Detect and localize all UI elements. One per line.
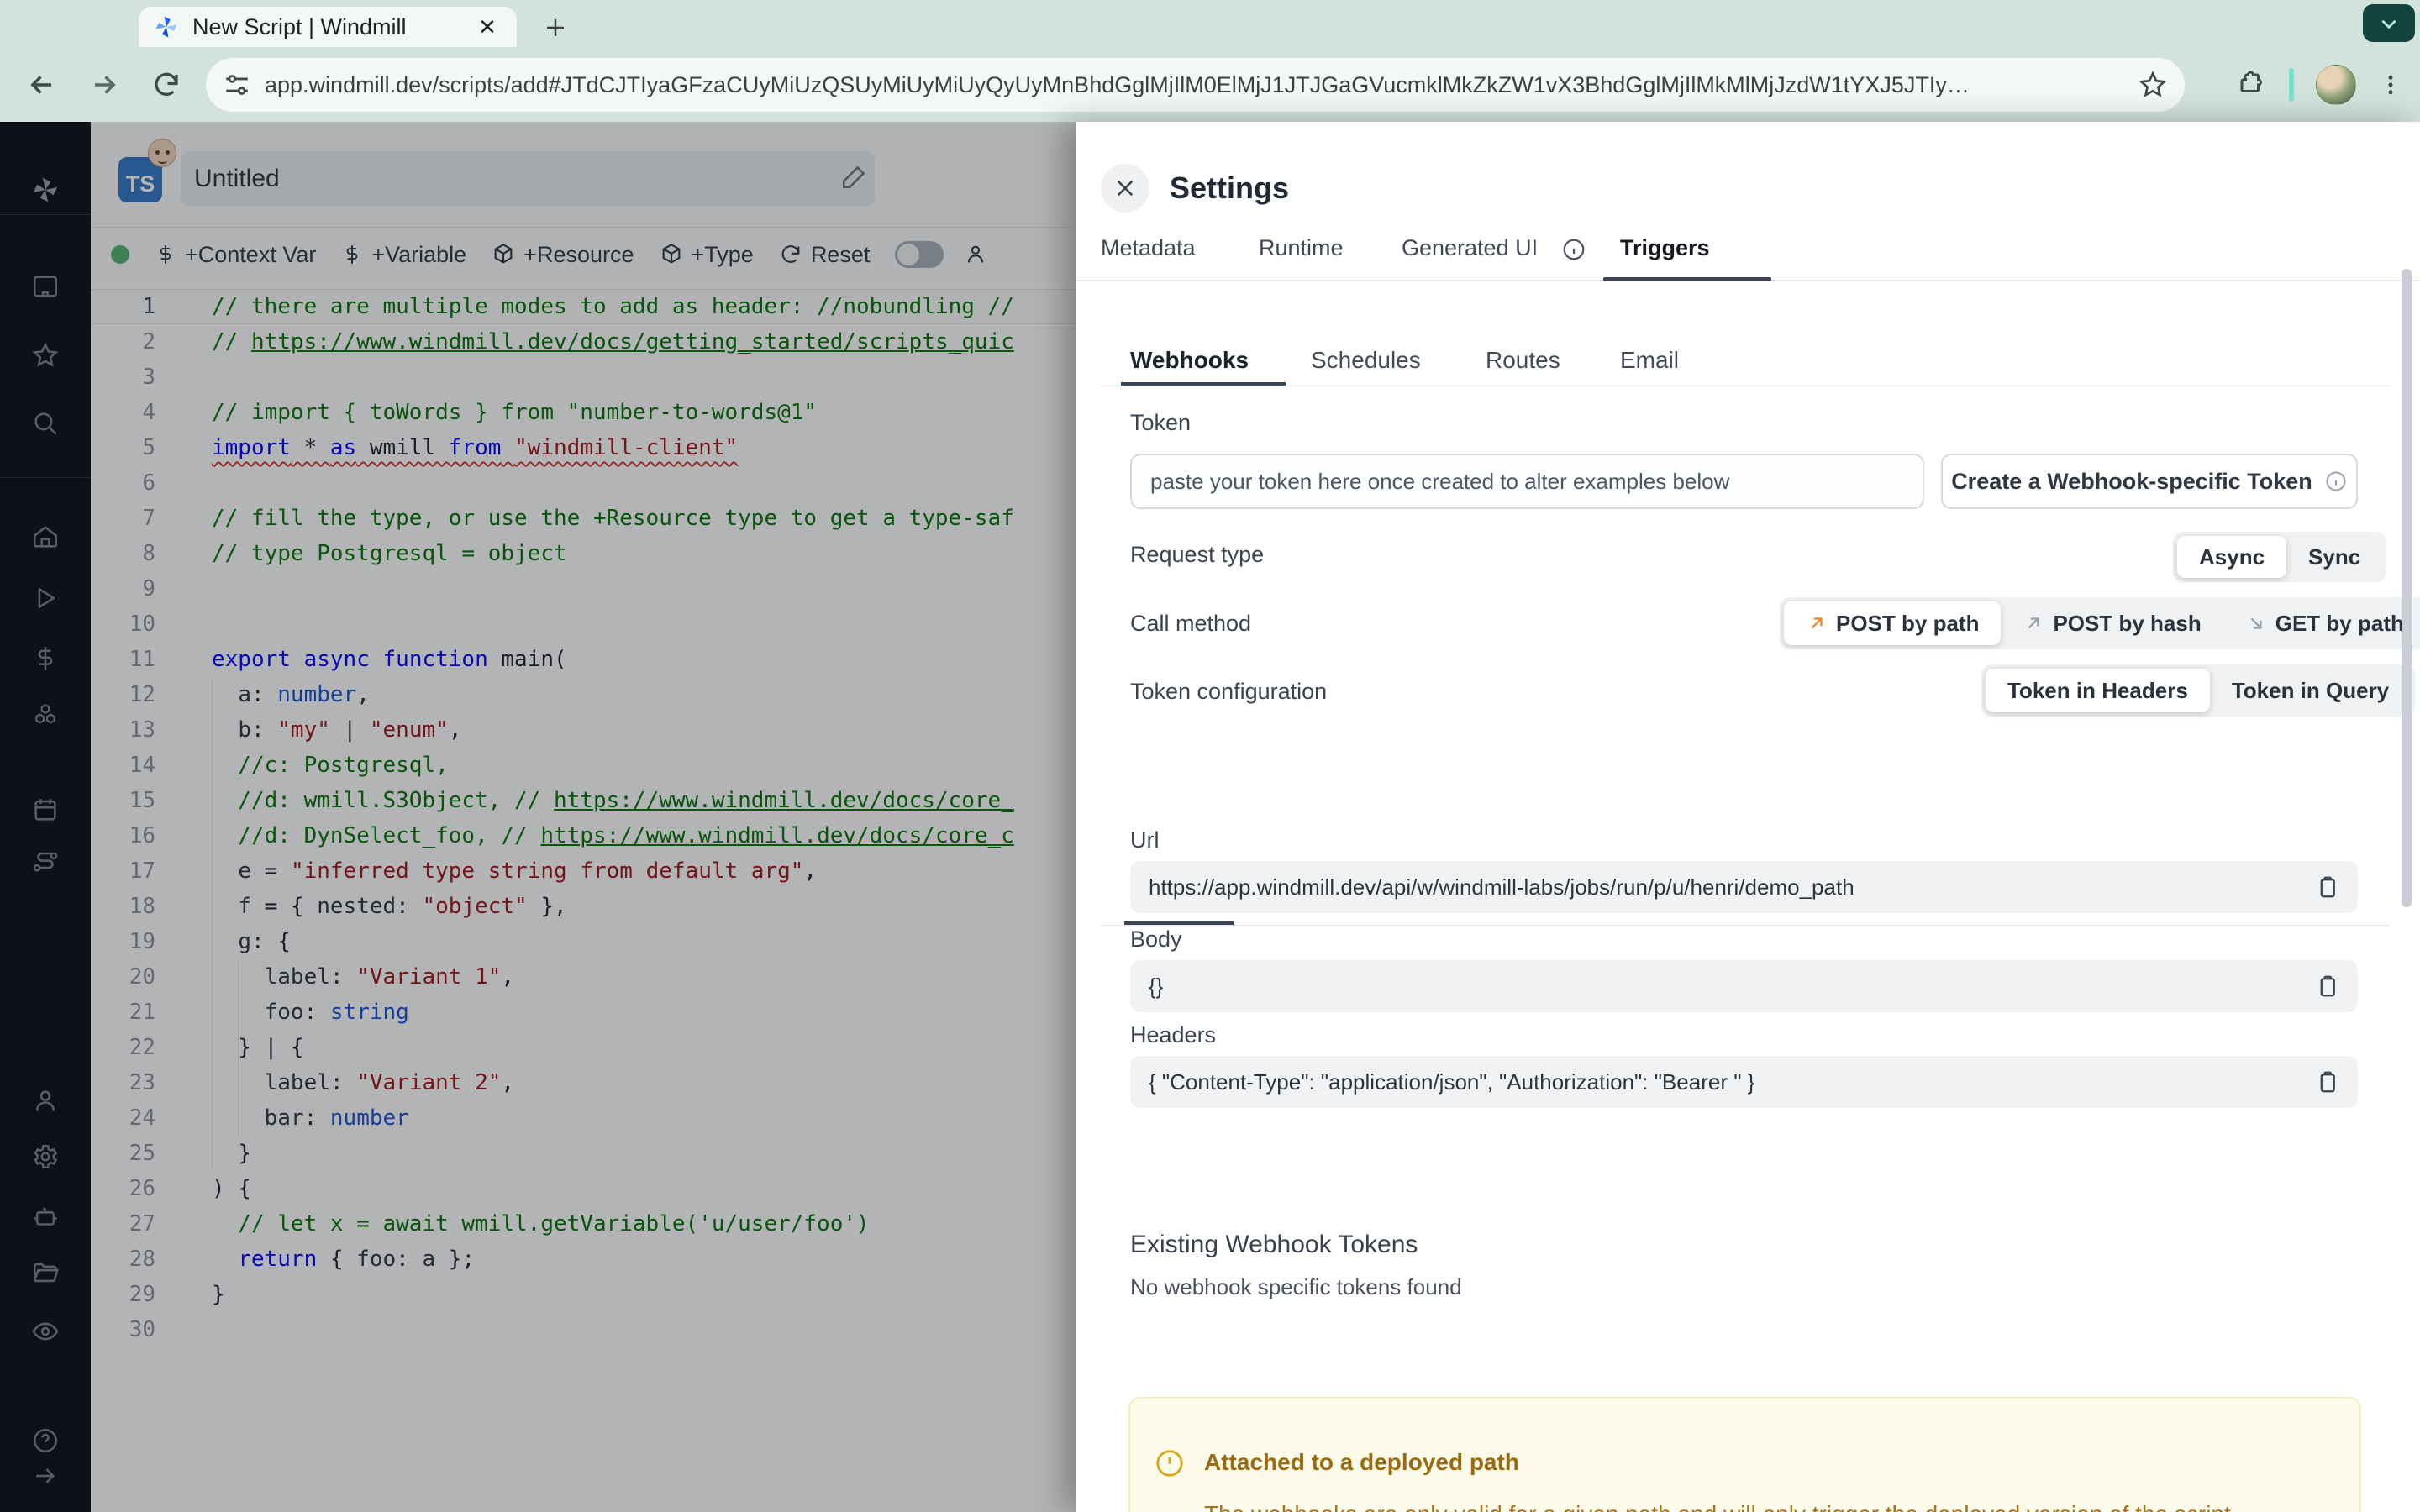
option-sync[interactable]: Sync xyxy=(2286,536,2382,578)
reload-button[interactable] xyxy=(146,65,187,105)
copy-clipboard-icon[interactable] xyxy=(2314,1069,2339,1095)
profile-avatar[interactable] xyxy=(2316,64,2356,105)
back-button[interactable] xyxy=(22,65,62,105)
bookmark-star-icon[interactable] xyxy=(2138,70,2168,100)
body-field[interactable]: {} xyxy=(1130,960,2358,1012)
option-token-in-headers[interactable]: Token in Headers xyxy=(1986,669,2210,712)
drawer-scrollbar[interactable] xyxy=(2402,269,2412,907)
windmill-app: TS Untitled +Context Var +Variable +Reso… xyxy=(0,122,2420,1512)
option-async[interactable]: Async xyxy=(2177,536,2287,578)
arrow-up-right-icon xyxy=(2023,612,2044,634)
request-type-segmented: Async Sync xyxy=(2173,532,2387,582)
browser-tabstrip: New Script | Windmill ✕ xyxy=(0,0,2420,47)
existing-tokens-empty: No webhook specific tokens found xyxy=(1130,1274,1462,1299)
token-config-label: Token configuration xyxy=(1130,679,1328,704)
tab-routes[interactable]: Routes xyxy=(1486,347,1560,374)
url-field[interactable]: https://app.windmill.dev/api/w/windmill-… xyxy=(1130,861,2358,913)
url-value: https://app.windmill.dev/api/w/windmill-… xyxy=(1149,874,1854,900)
new-tab-button[interactable] xyxy=(538,10,573,45)
extensions-icon[interactable] xyxy=(2237,70,2267,100)
browser-toolbar: app.windmill.dev/scripts/add#JTdCJTIyaGF… xyxy=(0,47,2420,122)
headers-field[interactable]: { "Content-Type": "application/json", "A… xyxy=(1130,1056,2358,1108)
body-value: {} xyxy=(1149,973,1164,999)
existing-tokens-title: Existing Webhook Tokens xyxy=(1130,1231,1418,1258)
site-settings-icon[interactable] xyxy=(223,71,251,99)
settings-drawer: Settings Metadata Runtime Generated UI T… xyxy=(1076,122,2420,1512)
tab-generated-ui[interactable]: Generated UI xyxy=(1402,235,1538,261)
create-webhook-token-button[interactable]: Create a Webhook-specific Token xyxy=(1941,454,2358,509)
option-get-by-path[interactable]: GET by path xyxy=(2223,601,2420,645)
url-label: Url xyxy=(1130,827,1160,853)
arrow-up-right-icon xyxy=(1806,612,1828,634)
browser-tab[interactable]: New Script | Windmill ✕ xyxy=(139,7,517,47)
option-token-in-query[interactable]: Token in Query xyxy=(2210,669,2411,712)
address-bar[interactable]: app.windmill.dev/scripts/add#JTdCJTIyaGF… xyxy=(206,58,2185,112)
deployed-path-warning: Attached to a deployed path The webhooks… xyxy=(1128,1397,2361,1512)
token-label: Token xyxy=(1130,410,1192,435)
tab-webhooks[interactable]: Webhooks xyxy=(1130,347,1249,374)
drawer-backdrop[interactable] xyxy=(0,122,1076,1512)
windmill-favicon-icon xyxy=(154,14,179,39)
tab-close-icon[interactable]: ✕ xyxy=(473,13,502,41)
tab-title: New Script | Windmill xyxy=(192,13,407,39)
tab-metadata[interactable]: Metadata xyxy=(1101,235,1196,261)
call-method-segmented: POST by path POST by hash GET by path xyxy=(1780,597,2420,649)
warning-body: The webhooks are only valid for a given … xyxy=(1204,1501,2322,1512)
body-label: Body xyxy=(1130,927,1182,952)
info-icon xyxy=(1561,237,1586,262)
divider xyxy=(1101,925,2391,926)
close-drawer-button[interactable] xyxy=(1101,164,1150,213)
chrome-menu-icon[interactable] xyxy=(2378,72,2403,97)
profile-separator xyxy=(2289,67,2294,102)
tab-runtime[interactable]: Runtime xyxy=(1259,235,1344,261)
token-input[interactable] xyxy=(1130,454,1924,509)
alert-circle-icon xyxy=(1154,1447,1186,1479)
drawer-title: Settings xyxy=(1170,171,1290,205)
option-post-by-path[interactable]: POST by path xyxy=(1784,601,2002,645)
call-method-label: Call method xyxy=(1130,611,1252,636)
headers-label: Headers xyxy=(1130,1022,1217,1047)
arrow-down-right-icon xyxy=(2245,612,2267,634)
tab-triggers[interactable]: Triggers xyxy=(1620,235,1710,261)
settings-tabs: Metadata Runtime Generated UI Triggers xyxy=(1076,235,2420,281)
option-post-by-hash[interactable]: POST by hash xyxy=(2001,601,2223,645)
forward-button[interactable] xyxy=(84,65,124,105)
headers-value: { "Content-Type": "application/json", "A… xyxy=(1149,1068,1755,1095)
request-type-label: Request type xyxy=(1130,542,1265,567)
info-icon xyxy=(2324,470,2348,493)
url-text: app.windmill.dev/scripts/add#JTdCJTIyaGF… xyxy=(265,71,1970,97)
token-config-segmented: Token in Headers Token in Query xyxy=(1981,664,2416,717)
warning-title: Attached to a deployed path xyxy=(1204,1449,1519,1475)
copy-clipboard-icon[interactable] xyxy=(2314,874,2339,900)
tab-search-button[interactable] xyxy=(2363,4,2415,42)
tab-schedules[interactable]: Schedules xyxy=(1311,347,1421,374)
tab-email[interactable]: Email xyxy=(1620,347,1679,374)
copy-clipboard-icon[interactable] xyxy=(2314,974,2339,999)
active-tab-underline xyxy=(1603,277,1771,281)
